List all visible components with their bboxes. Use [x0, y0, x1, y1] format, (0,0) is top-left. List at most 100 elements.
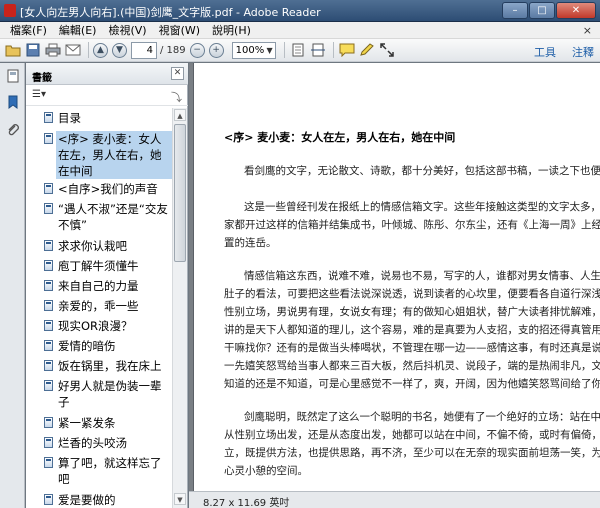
title-bar: [女人向左男人向右].(中国)剑鹰_文字版.pdf - Adobe Reader…	[0, 0, 600, 22]
adobe-reader-icon	[4, 4, 16, 17]
navigation-pane-strip	[0, 63, 25, 508]
bookmark-item[interactable]: 烂香的头咬汤	[30, 435, 172, 451]
minimize-button[interactable]: –	[502, 2, 528, 19]
bookmark-scrollbar[interactable]: ▲ ▼	[172, 108, 187, 508]
close-document-icon[interactable]: ×	[583, 24, 592, 37]
document-line: 性别立场，男说男有理，女说女有理；有的做知心姐姐状，替广大读者排忧解难，说的是大	[224, 306, 600, 318]
bookmark-page-icon	[44, 340, 53, 351]
maximize-button[interactable]: □	[529, 2, 555, 19]
toolbar-divider	[283, 42, 285, 58]
scroll-down-icon[interactable]: ▼	[174, 493, 186, 505]
bookmark-item[interactable]: 现实OR浪漫？	[30, 318, 172, 334]
save-icon[interactable]	[24, 41, 42, 59]
bookmark-item[interactable]: 来自自己的力量	[30, 278, 172, 294]
bookmark-page-icon	[44, 417, 53, 428]
bookmarks-icon[interactable]	[6, 95, 20, 109]
bookmarks-panel: 書籤 ✕ ☰▾ ⤵ 目录 <序> 麦小麦：女人在左，男人在右，她在中间 <自序>…	[26, 63, 188, 508]
bookmark-item[interactable]: 爱是要做的	[30, 492, 172, 508]
print-icon[interactable]	[44, 41, 62, 59]
menu-window[interactable]: 視窗(W)	[153, 22, 206, 38]
bookmark-page-icon	[44, 437, 53, 448]
menu-bar: 檔案(F) 編輯(E) 檢視(V) 視窗(W) 說明(H) ×	[0, 22, 600, 39]
document-line: 这是一些曾经刊发在报纸上的情感信箱文字。这些年接触这类型的文字太多，很多	[244, 201, 600, 213]
previous-page-icon[interactable]: ▲	[93, 42, 108, 58]
bookmark-page-icon	[44, 240, 53, 251]
bookmarks-panel-header: 書籤 ✕	[26, 63, 188, 85]
page-thumbnails-icon[interactable]	[6, 69, 20, 83]
page-number-input[interactable]: 4	[131, 41, 157, 59]
bookmark-page-icon	[44, 112, 53, 123]
fit-page-icon[interactable]	[289, 41, 307, 59]
bookmark-item[interactable]: 好男人就是伪装一辈子	[30, 378, 172, 410]
document-view[interactable]: <序> 麦小麦：女人在左，男人在右，她在中间 看剑鹰的文字，无论散文、诗歌，都十…	[189, 63, 600, 508]
attachments-icon[interactable]	[6, 123, 20, 137]
document-heading: <序> 麦小麦：女人在左，男人在右，她在中间	[224, 131, 456, 144]
bookmark-page-icon	[44, 320, 53, 331]
menu-view[interactable]: 檢視(V)	[102, 22, 152, 38]
bookmark-item[interactable]: 爱情的暗伤	[30, 338, 172, 354]
bookmark-item[interactable]: 紧一紧发条	[30, 415, 172, 431]
bookmark-page-icon	[44, 183, 53, 194]
scrollbar-thumb[interactable]	[174, 124, 186, 262]
toolbar-divider	[332, 42, 334, 58]
bookmark-item[interactable]: 算了吧，就这样忘了吧	[30, 455, 172, 487]
bookmarks-options-bar: ☰▾ ⤵	[26, 86, 188, 106]
highlight-icon[interactable]	[358, 41, 376, 59]
bookmark-item[interactable]: “遇人不淑”还是“交友不慎”	[30, 201, 172, 233]
bookmark-page-icon	[44, 360, 53, 371]
bookmark-item[interactable]: 目录	[30, 110, 172, 126]
document-line: 干嘛找你？还有的是做当头棒喝状，不管理在哪一边——感情这事，有时还真是说不清的	[224, 342, 600, 354]
next-page-icon[interactable]: ▼	[112, 42, 127, 58]
window-title: [女人向左男人向右].(中国)剑鹰_文字版.pdf - Adobe Reader	[20, 6, 321, 19]
zoom-select[interactable]: 100% ▼	[231, 41, 276, 59]
bookmark-item[interactable]: <自序>我们的声音	[30, 181, 172, 197]
bookmark-item[interactable]: 亲爱的，乖一些	[30, 298, 172, 314]
bookmark-list: 目录 <序> 麦小麦：女人在左，男人在右，她在中间 <自序>我们的声音 “遇人不…	[26, 108, 172, 508]
fit-width-icon[interactable]	[309, 41, 327, 59]
page-size-readout: 8.27 x 11.69 英吋	[203, 498, 290, 508]
document-line: 肚子的看法，可要把这些看法说深说透，说到读者的心坎里，便要看各自道行深浅了。有	[224, 288, 600, 300]
bookmark-item[interactable]: 求求你认栽吧	[30, 238, 172, 254]
close-icon[interactable]: ✕	[171, 67, 184, 80]
bookmark-item[interactable]: 饭在锅里，我在床上	[30, 358, 172, 374]
tools-link[interactable]: 工具	[534, 44, 556, 60]
comment-link[interactable]: 注釋	[572, 44, 594, 60]
page-total: / 189	[160, 44, 186, 56]
bookmark-item-selected[interactable]: <序> 麦小麦：女人在左，男人在右，她在中间	[30, 131, 172, 179]
options-menu-icon[interactable]: ☰▾	[32, 89, 46, 100]
document-line: 从性别立场出发，还是从态度出发，她都可以站在中间，不偏不倚，或时有偏倚，都可以	[224, 429, 600, 441]
document-line: 知道的还是不知道，可是心里感觉不一样了，爽，开阔，因为他嬉笑怒骂间给了你一种	[224, 378, 600, 390]
pdf-page: <序> 麦小麦：女人在左，男人在右，她在中间 看剑鹰的文字，无论散文、诗歌，都十…	[193, 63, 600, 491]
chevron-down-icon: ▼	[266, 45, 273, 55]
scroll-up-icon[interactable]: ▲	[174, 109, 186, 121]
expand-icon[interactable]	[378, 41, 396, 59]
menu-help[interactable]: 說明(H)	[206, 22, 257, 38]
bookmark-page-icon	[44, 457, 53, 468]
close-button[interactable]: ✕	[556, 2, 596, 19]
status-bar: 8.27 x 11.69 英吋	[189, 491, 600, 508]
bookmark-page-icon	[44, 300, 53, 311]
document-line: 看剑鹰的文字，无论散文、诗歌，都十分美好，包括这部书稿，一读之下也便喜欢	[244, 165, 600, 177]
sticky-note-icon[interactable]	[338, 41, 356, 59]
bookmark-page-icon	[44, 260, 53, 271]
bookmark-page-icon	[44, 203, 53, 214]
document-line: 讲的是天下人都知道的理儿，这个容易，难的是真要为人支招，支的招还得真管用，不然	[224, 324, 600, 336]
bookmark-item[interactable]: 庖丁解牛须懂牛	[30, 258, 172, 274]
toolbar: ▲ ▼ 4 / 189 − + 100% ▼	[0, 39, 600, 62]
document-line: 情感信箱这东西，说难不难，说易也不易，写字的人，谁都对男女情事、人生种种	[244, 270, 600, 282]
bookmarks-panel-title: 書籤	[32, 73, 52, 84]
zoom-out-icon[interactable]: −	[189, 42, 205, 58]
menu-file[interactable]: 檔案(F)	[4, 22, 53, 38]
bookmark-page-icon	[44, 380, 53, 391]
toolbar-divider	[88, 42, 89, 58]
bookmark-page-icon	[44, 133, 53, 144]
document-line: 心灵小憩的空间。	[224, 465, 308, 477]
zoom-in-icon[interactable]: +	[208, 42, 224, 58]
find-bookmark-icon[interactable]: ⤵	[171, 89, 182, 105]
email-icon[interactable]	[64, 41, 82, 59]
document-line: 家都开过这样的信箱并结集成书，叶倾城、陈彤、尔东尘，还有《上海一周》上经年占据	[224, 219, 600, 231]
document-line: 剑鹰聪明，既然定了这么一个聪明的书名，她便有了一个绝好的立场：站在中间。所	[244, 411, 600, 423]
bookmark-page-icon	[44, 494, 53, 505]
menu-edit[interactable]: 編輯(E)	[53, 22, 103, 38]
open-icon[interactable]	[4, 41, 22, 59]
